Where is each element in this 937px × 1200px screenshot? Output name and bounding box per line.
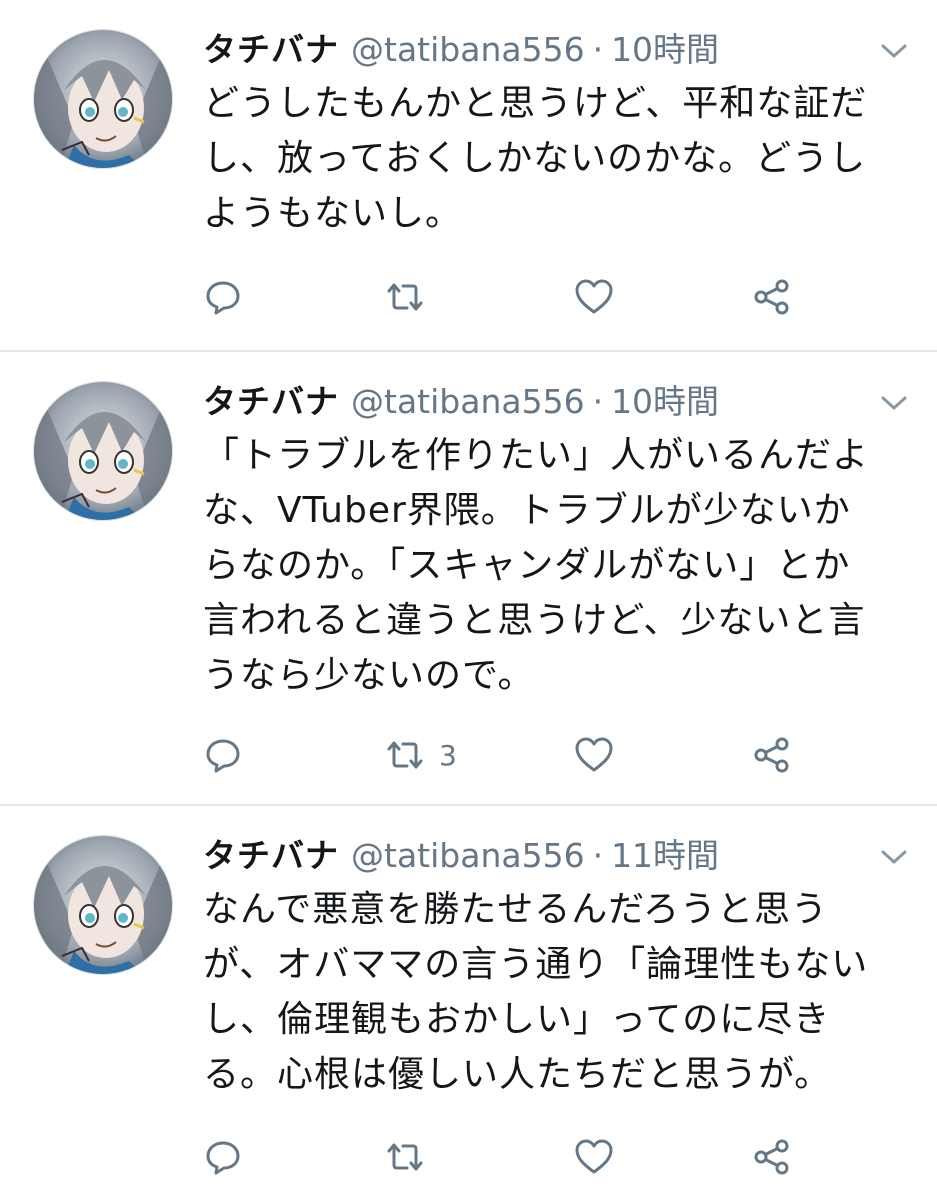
like-button[interactable] bbox=[573, 730, 615, 780]
author-name[interactable]: タチバナ bbox=[203, 30, 339, 69]
timestamp[interactable]: 11時間 bbox=[611, 836, 719, 875]
tweet-text: なんで悪意を勝たせるんだろうと思う が、オバママの言う通り「論理性もない し、倫… bbox=[203, 889, 869, 1095]
avatar[interactable] bbox=[33, 835, 173, 975]
retweet-icon bbox=[383, 277, 427, 317]
share-button[interactable] bbox=[751, 272, 793, 322]
author-handle[interactable]: @tatibana556 bbox=[351, 382, 585, 421]
share-icon bbox=[751, 1137, 793, 1177]
tweet[interactable]: タチバナ @tatibana556 · 10時間 「トラブルを作りたい」人がいるんだよ… bbox=[0, 352, 937, 804]
reply-button[interactable] bbox=[203, 730, 243, 780]
tweet-actions bbox=[203, 1132, 823, 1182]
like-button[interactable] bbox=[573, 1132, 615, 1182]
timestamp[interactable]: 10時間 bbox=[611, 382, 719, 421]
retweet-button[interactable] bbox=[383, 1132, 439, 1182]
heart-icon bbox=[573, 277, 615, 317]
tweet-text: どうしたもんかと思うけど、平和な証だ し、放っておくしかないのかな。どうし よう… bbox=[203, 83, 868, 234]
separator: · bbox=[592, 836, 604, 875]
reply-button[interactable] bbox=[203, 1132, 243, 1182]
chevron-down-icon[interactable] bbox=[879, 40, 909, 62]
tweet[interactable]: タチバナ @tatibana556 · 11時間 なんで悪意を勝たせるんだろうと思う … bbox=[0, 806, 937, 1200]
reply-button[interactable] bbox=[203, 272, 243, 322]
share-button[interactable] bbox=[751, 730, 793, 780]
retweet-button[interactable]: 3 bbox=[383, 730, 457, 780]
share-icon bbox=[751, 277, 793, 317]
tweet[interactable]: タチバナ @tatibana556 · 10時間 どうしたもんかと思うけど、平和な証だ… bbox=[0, 0, 937, 350]
avatar[interactable] bbox=[33, 29, 173, 169]
tweet-actions: 3 bbox=[203, 730, 823, 780]
heart-icon bbox=[573, 1137, 615, 1177]
separator: · bbox=[592, 382, 604, 421]
retweet-count: 3 bbox=[439, 738, 457, 772]
retweet-icon bbox=[383, 735, 427, 775]
timeline: タチバナ @tatibana556 · 10時間 どうしたもんかと思うけど、平和な証だ… bbox=[0, 0, 937, 1200]
share-button[interactable] bbox=[751, 1132, 793, 1182]
author-handle[interactable]: @tatibana556 bbox=[351, 836, 585, 875]
author-handle[interactable]: @tatibana556 bbox=[351, 30, 585, 69]
heart-icon bbox=[573, 735, 615, 775]
retweet-button[interactable] bbox=[383, 272, 439, 322]
tweet-actions bbox=[203, 272, 823, 322]
tweet-header: タチバナ @tatibana556 · 11時間 bbox=[203, 832, 719, 880]
retweet-icon bbox=[383, 1137, 427, 1177]
author-name[interactable]: タチバナ bbox=[203, 836, 339, 875]
chevron-down-icon[interactable] bbox=[879, 846, 909, 868]
author-name[interactable]: タチバナ bbox=[203, 382, 339, 421]
reply-icon bbox=[203, 277, 243, 317]
chevron-down-icon[interactable] bbox=[879, 392, 909, 414]
reply-icon bbox=[203, 1137, 243, 1177]
timestamp[interactable]: 10時間 bbox=[611, 30, 719, 69]
reply-icon bbox=[203, 735, 243, 775]
like-button[interactable] bbox=[573, 272, 615, 322]
separator: · bbox=[592, 30, 604, 69]
tweet-header: タチバナ @tatibana556 · 10時間 bbox=[203, 26, 719, 74]
tweet-header: タチバナ @tatibana556 · 10時間 bbox=[203, 378, 719, 426]
share-icon bbox=[751, 735, 793, 775]
tweet-text: 「トラブルを作りたい」人がいるんだよ な、VTuber界隈。トラブルが少ないか … bbox=[203, 435, 870, 696]
avatar[interactable] bbox=[33, 381, 173, 521]
